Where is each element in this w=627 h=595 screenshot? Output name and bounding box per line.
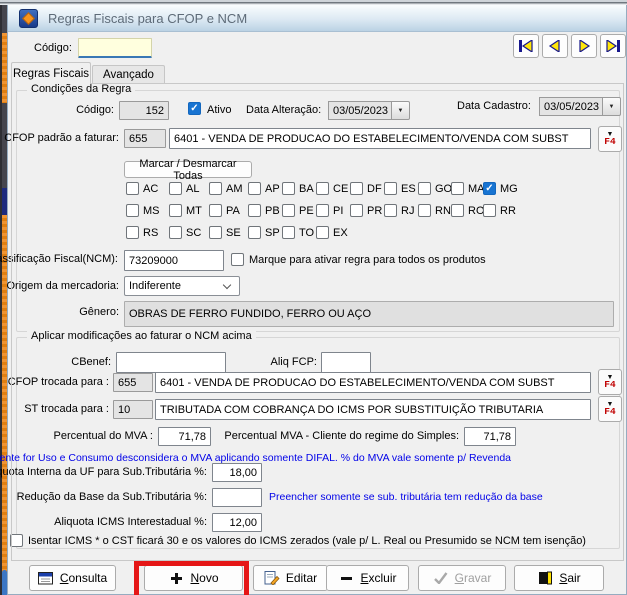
header-codigo-label: Código: (34, 42, 72, 54)
tab-avancado[interactable]: Avançado (92, 65, 165, 83)
regras-fiscais-dialog: Regras Fiscais para CFOP e NCM Código: R… (0, 5, 627, 595)
nav-last-button[interactable] (600, 34, 626, 58)
gravar-button-label: Gravar (454, 571, 492, 585)
tab-page (11, 83, 624, 561)
novo-button[interactable]: Novo (144, 565, 243, 591)
editar-button[interactable]: Editar (253, 565, 328, 591)
button-bar: Consulta Novo Editar Excluir Gravar Sair (8, 565, 627, 591)
window-icon (37, 571, 54, 585)
background-window-edge-left (0, 5, 7, 595)
door-icon (537, 571, 553, 585)
consulta-button[interactable]: Consulta (29, 565, 116, 591)
titlebar[interactable]: Regras Fiscais para CFOP e NCM (8, 5, 626, 32)
plus-icon (168, 571, 184, 585)
gravar-button[interactable]: Gravar (418, 565, 506, 591)
excluir-button[interactable]: Excluir (326, 565, 409, 591)
tab-regras-fiscais[interactable]: Regras Fiscais (11, 62, 91, 84)
edit-icon (264, 571, 280, 585)
nav-first-icon (519, 40, 533, 52)
nav-first-button[interactable] (513, 34, 539, 58)
check-icon (433, 571, 449, 585)
tab-label: Avançado (103, 68, 154, 81)
excluir-button-label: Excluir (360, 571, 397, 585)
nav-previous-icon (548, 40, 560, 52)
app-diamond-icon (19, 9, 38, 28)
sair-button-label: Sair (559, 571, 581, 585)
nav-previous-button[interactable] (542, 34, 568, 58)
sair-button[interactable]: Sair (514, 565, 604, 591)
tab-label: Regras Fiscais (12, 67, 90, 80)
minus-icon (338, 571, 354, 585)
novo-button-label: Novo (190, 571, 219, 585)
nav-next-icon (579, 40, 591, 52)
nav-last-icon (606, 40, 620, 52)
nav-next-button[interactable] (571, 34, 597, 58)
consulta-button-label: Consulta (59, 571, 108, 585)
editar-button-label: Editar (285, 571, 318, 585)
header-codigo-input[interactable] (78, 38, 152, 58)
window-title: Regras Fiscais para CFOP e NCM (48, 11, 248, 26)
